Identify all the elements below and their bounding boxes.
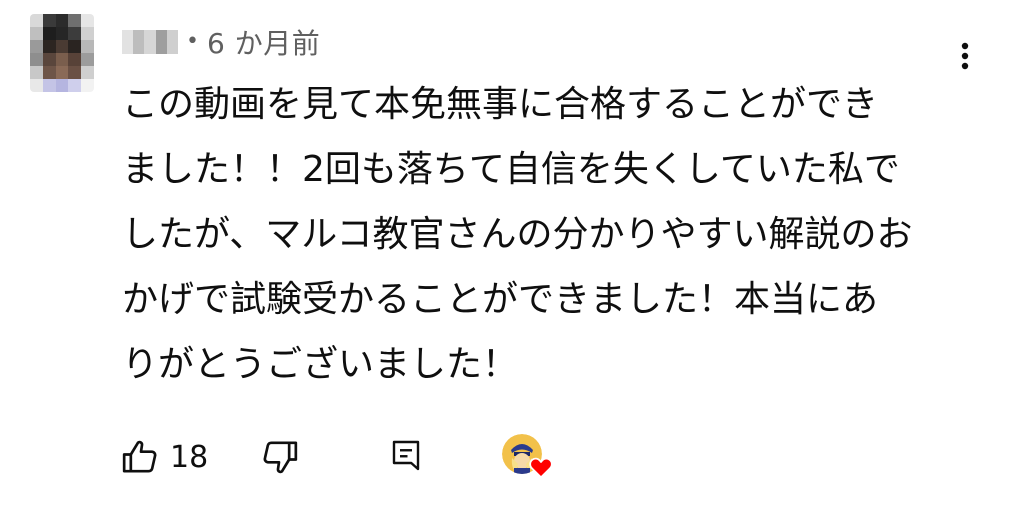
more-actions-button[interactable]: [950, 36, 980, 76]
reply-comment-icon: [392, 440, 420, 471]
avatar-pixel: [42, 53, 56, 66]
username-blur-pixel: [133, 30, 145, 54]
thumb-down-icon: [263, 441, 298, 474]
avatar-pixel: [68, 14, 82, 27]
author-avatar[interactable]: [30, 14, 94, 92]
comment-thread: • 6 か月前 この動画を見て本免無事に合格することができ ました！！2回も落ち…: [0, 0, 1024, 516]
avatar-pixel: [30, 27, 43, 40]
creator-heart-icon: [529, 457, 553, 479]
avatar-pixel: [68, 40, 82, 53]
reply-button[interactable]: [388, 437, 502, 477]
avatar-pixel: [68, 53, 82, 66]
comment-timestamp[interactable]: 6 か月前: [207, 22, 320, 62]
avatar-pixel: [81, 79, 94, 92]
username-blur-pixel: [144, 30, 156, 54]
avatar-pixel: [55, 53, 69, 66]
more-vert-icon: [961, 42, 969, 70]
avatar-pixel: [68, 27, 82, 40]
username-blur-pixel: [166, 30, 179, 54]
avatar-pixel: [30, 79, 43, 92]
comment-action-bar: 18: [120, 432, 554, 482]
avatar-pixel: [81, 66, 94, 79]
comment-line: りがとうございました！: [122, 344, 519, 385]
username-blur-pixel: [155, 30, 167, 54]
comment-line: したが、マルコ教官さんの分かりやすい解説のお: [122, 214, 913, 255]
avatar-pixel: [55, 27, 69, 40]
avatar-pixel: [30, 66, 43, 79]
author-name[interactable]: [122, 30, 179, 54]
avatar-pixel: [42, 14, 56, 27]
comment-line: この動画を見て本免無事に合格することができ: [122, 84, 879, 125]
avatar-pixel: [81, 40, 94, 53]
avatar-pixel: [30, 14, 43, 27]
like-button[interactable]: 18: [120, 437, 260, 477]
avatar-pixel: [55, 79, 69, 92]
avatar-pixel: [30, 40, 43, 53]
separator-dot: •: [186, 29, 199, 54]
avatar-pixel: [30, 53, 43, 66]
avatar-pixel: [68, 79, 82, 92]
avatar-pixel: [68, 66, 82, 79]
username-blur-pixel: [122, 30, 134, 54]
avatar-pixel: [42, 79, 56, 92]
comment-line: かげで試験受かることができました！本当にあ: [122, 279, 879, 320]
comment-body: この動画を見て本免無事に合格することができ ました！！2回も落ちて自信を失くして…: [122, 72, 982, 397]
comment-header: • 6 か月前: [122, 22, 320, 62]
like-count: 18: [170, 439, 209, 475]
avatar-pixel: [81, 27, 94, 40]
thumb-up-icon: [122, 440, 157, 473]
comment-line: ました！！2回も落ちて自信を失くしていた私で: [122, 149, 900, 190]
creator-heart-badge[interactable]: [502, 432, 554, 482]
avatar-pixel: [81, 53, 94, 66]
avatar-pixel: [42, 66, 56, 79]
avatar-pixel: [55, 40, 69, 53]
avatar-pixel: [55, 66, 69, 79]
avatar-pixel: [55, 14, 69, 27]
avatar-pixel: [42, 27, 56, 40]
avatar-pixel: [81, 14, 94, 27]
dislike-button[interactable]: [260, 437, 388, 477]
avatar-pixel: [42, 40, 56, 53]
